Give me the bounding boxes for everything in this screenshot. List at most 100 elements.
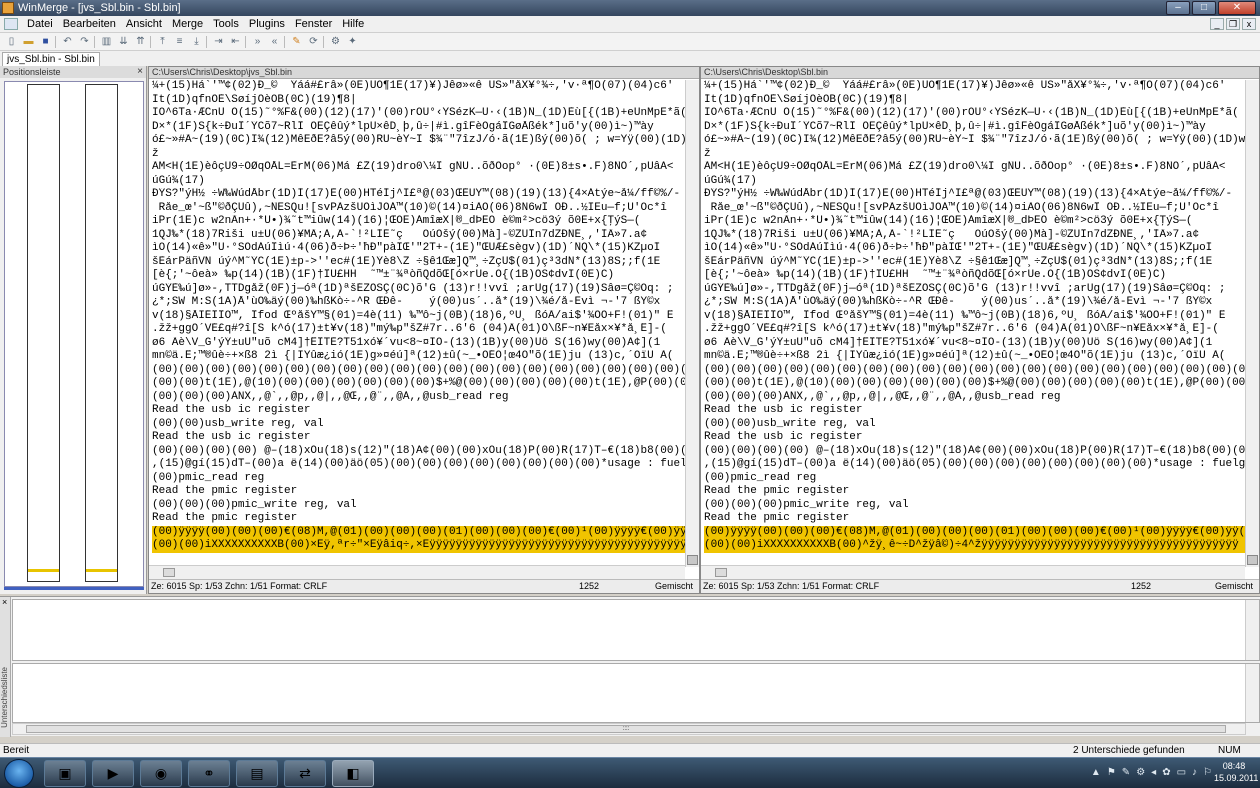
last-diff-icon[interactable]: ⤓ <box>189 35 204 49</box>
taskbar-folder-icon[interactable]: ▤ <box>236 760 278 787</box>
code-line[interactable]: (00)(00)usb_write reg, val <box>152 418 699 432</box>
code-line[interactable]: ìÓ(14)«ê»"Ü·°ŠÕdÁúÎìú·4(06)ð÷Þ÷'ħÐ"pàÎŒ'… <box>704 242 1259 256</box>
code-line[interactable]: ó£~»#Â~(19)(0C)I¾(12)MêEðË?â5ý(00)RU~èŸ~… <box>152 134 699 148</box>
code-line[interactable]: ÐÝS?"ýH½ ÷W‰WúdÅbr(1D)Í(17)È(00)HTéÍj^I£… <box>152 188 699 202</box>
location-bar-right[interactable] <box>85 84 118 582</box>
settings-icon[interactable]: ⚙ <box>328 35 343 49</box>
code-line[interactable]: iPr(1E)c w2nÂn+·*Û•)¾˜t™iûw(14)(16)¦ŒÖE)… <box>704 215 1259 229</box>
open-icon[interactable]: ▬ <box>21 35 36 49</box>
code-line[interactable]: ìÓ(14)«ê»"Ü·°ŠÕdÁúÎìú·4(06)ð÷Þ÷'ħÐ"pàÎŒ'… <box>152 242 699 256</box>
code-line[interactable]: (00)(00)t(1E),@(10)(00)(00)(00)(00)(00)(… <box>704 377 1259 391</box>
code-line[interactable]: Ít(1D)qfnÕÈ\ŠøíjÕèÓB(0C)(19)¶8| <box>152 94 699 108</box>
diff-detail-close-icon[interactable]: × <box>2 597 7 607</box>
diff-line[interactable]: (00)(00)iXXXXXXXXXXB(00)×Ëÿ,ªr÷"×Ëÿâiq÷,… <box>152 539 699 553</box>
code-line[interactable]: šÈárPäñVN úý^M˜ÝC(1E)±p->''ec#(1E)Ýè8\Z … <box>704 256 1259 270</box>
tray-volume-icon[interactable]: ♪ <box>1192 767 1197 778</box>
refresh-icon[interactable]: ⟳ <box>306 35 321 49</box>
mdi-close-button[interactable]: x <box>1242 18 1256 30</box>
menu-fenster[interactable]: Fenster <box>290 18 337 30</box>
tray-arrow-icon[interactable]: ◂ <box>1151 767 1156 778</box>
tray-network-icon[interactable]: ▭ <box>1177 767 1186 778</box>
code-line[interactable]: Ít(1D)qfnÕÈ\ŠøíjÕèÓB(0C)(19)¶8| <box>704 94 1259 108</box>
scrollbar[interactable] <box>1245 664 1259 722</box>
copy-all-left-icon[interactable]: « <box>267 35 282 49</box>
code-line[interactable]: v(18)§ÅIÉÎÎÓ™, Îfod ŒºåšŸ™§(01)=4è(11) ‰… <box>152 310 699 324</box>
tray-app-icon[interactable]: ✿ <box>1162 767 1170 778</box>
code-line[interactable]: ÃM<H(1E)èôçÜ9÷ÕØqÕÅL=ÈrM(06)Má £Ž(19)dro… <box>704 161 1259 175</box>
diff-line[interactable]: (00)(00)iXXXXXXXXXXB(00)^žÿ¸ê~÷D^žÿâ©)÷4… <box>704 539 1259 553</box>
code-line[interactable]: (00)(00)(00)(00) @–(18)xÓu(18)s(12)"(18)… <box>152 445 699 459</box>
code-line[interactable]: mn©ä.Ê;™®ûè÷+×ß8 2ì {|ÏŸûæ¿ió(1E)g»¤éú]ª… <box>152 350 699 364</box>
undo-icon[interactable]: ↶ <box>60 35 75 49</box>
location-bars[interactable] <box>4 81 144 587</box>
code-line[interactable]: Read the usb ic register <box>152 404 699 418</box>
close-button[interactable]: ✕ <box>1218 1 1256 15</box>
next-diff-icon[interactable]: ⇊ <box>116 35 131 49</box>
taskbar-clock[interactable]: 08:48 15.09.2011 <box>1214 760 1258 784</box>
scroll-thumb[interactable] <box>163 568 175 577</box>
diff-line[interactable]: (00)ÿÿÿÿ(00)(00)(00)€(08)M,@(01)(00)(00)… <box>152 525 699 539</box>
start-button[interactable] <box>4 759 34 788</box>
code-line[interactable]: Råe_œ'~ß"©ðÇÛû),~ÑESQu![svPÃzšÛÕìJÓÁ™(10… <box>152 202 699 216</box>
left-file-content[interactable]: ¼+(15)Há`'™¢(02)Ð_© Ýáá#£râ»(0E)UÒ¶1È(17… <box>149 80 699 567</box>
menu-merge[interactable]: Merge <box>167 18 208 30</box>
code-line[interactable]: 1QJ‰*(18)7Riši u±U(06)¥MÂ;À,Ã-`!²LÍÉ˜ç O… <box>704 229 1259 243</box>
diff-detail-horizontal-scrollbar[interactable]: :::: <box>12 723 1246 735</box>
menu-bearbeiten[interactable]: Bearbeiten <box>58 18 121 30</box>
menu-plugins[interactable]: Plugins <box>244 18 290 30</box>
code-line[interactable]: úGú¾(17) <box>704 175 1259 189</box>
left-horizontal-scrollbar[interactable] <box>149 565 685 579</box>
copy-all-right-icon[interactable]: » <box>250 35 265 49</box>
code-line[interactable]: ¿*;ŠW M:Š(1A)Å'ùÖ‰äý(00)‰hßKò÷-^R¯ŒÐê- ý… <box>152 296 699 310</box>
code-line[interactable]: IÖ^6Ta·ÆCnÜ¯O(15)˜°%F&(00)(12)(17)'(00)r… <box>704 107 1259 121</box>
scroll-thumb[interactable] <box>715 568 727 577</box>
right-file-content[interactable]: ¼+(15)Há`'™¢(02)Ð_© Ýáá#£râ»(0E)UÒ¶1È(17… <box>701 80 1259 567</box>
code-line[interactable]: (00)(00)usb_write reg, val <box>704 418 1259 432</box>
code-line[interactable]: Read the pmic register <box>704 485 1259 499</box>
code-line[interactable]: D×*(1F)Š{k÷ÐuÎ´ÝCõ7~RlÎ ÕEÇêûý*lpÙ×êD¸þ,… <box>152 121 699 135</box>
edit-icon[interactable]: ✎ <box>289 35 304 49</box>
scrollbar[interactable] <box>1245 600 1259 660</box>
code-line[interactable]: Read the pmic register <box>152 485 699 499</box>
code-line[interactable]: ¼+(15)Há`'™¢(02)Ð_© Ýáá#£râ»(0E)UÒ¶1È(17… <box>704 80 1259 94</box>
code-line[interactable]: Read the pmic register <box>704 512 1259 526</box>
code-line[interactable]: (00)pmic_read reg <box>704 472 1259 486</box>
code-line[interactable]: ó£~»#Â~(19)(0C)I¾(12)MêEðË?â5ý(00)RU~èŸ~… <box>704 134 1259 148</box>
left-vertical-scrollbar[interactable] <box>685 80 699 567</box>
maximize-button[interactable]: □ <box>1192 1 1216 15</box>
code-line[interactable]: .žž+ggÕ´VÉ£q#?î[Š k^ó(17)±t¥v(18)"mý‰p"š… <box>704 323 1259 337</box>
code-line[interactable]: ž <box>152 148 699 162</box>
code-line[interactable]: (00)(00)(00)(00)(00)(00)(00)(00)(00)(00)… <box>152 364 699 378</box>
code-line[interactable]: Read the usb ic register <box>704 404 1259 418</box>
code-line[interactable]: ¿*;ŠW M:Š(1A)Å'ùÖ‰äý(00)‰hßKò÷-^R¯ŒÐê- ý… <box>704 296 1259 310</box>
tray-action-center-icon[interactable]: ⚐ <box>1203 767 1212 778</box>
menu-tools[interactable]: Tools <box>208 18 244 30</box>
diff-detail-right[interactable] <box>12 663 1260 723</box>
code-line[interactable]: Read the usb ic register <box>704 431 1259 445</box>
taskbar-network-icon[interactable]: ⚭ <box>188 760 230 787</box>
code-line[interactable]: (00)(00)(00)(00)(00)(00)(00)(00)(00)(00)… <box>704 364 1259 378</box>
tray-flag-icon[interactable]: ⚑ <box>1107 767 1116 778</box>
menu-hilfe[interactable]: Hilfe <box>337 18 369 30</box>
tray-expand-icon[interactable]: ▲ <box>1091 767 1101 778</box>
location-bar-left[interactable] <box>27 84 60 582</box>
code-line[interactable]: [è{;'~ôeà» ‰p(14)(1B)(1F)†ÎÙ£HH ˜™±¨¾ªòñ… <box>152 269 699 283</box>
code-line[interactable]: (00)pmic_read reg <box>152 472 699 486</box>
menu-datei[interactable]: Datei <box>22 18 58 30</box>
code-line[interactable]: ÐÝS?"ýH½ ÷W‰WúdÅbr(1D)Í(17)È(00)HTéÍj^I£… <box>704 188 1259 202</box>
help-icon[interactable]: ✦ <box>345 35 360 49</box>
minimize-button[interactable]: – <box>1166 1 1190 15</box>
code-line[interactable]: [è{;'~ôeà» ‰p(14)(1B)(1F)†ÎÙ£HH ˜™±¨¾ªòñ… <box>704 269 1259 283</box>
code-line[interactable]: D×*(1F)Š{k÷ÐuÎ´ÝCõ7~RlÎ ÕEÇêûý*lpÙ×êD¸þ,… <box>704 121 1259 135</box>
taskbar-explorer-icon[interactable]: ▣ <box>44 760 86 787</box>
taskbar-winmerge-icon[interactable]: ◧ <box>332 760 374 787</box>
code-line[interactable]: ,(15)@gí(15)dT–(00)a ë(14)(00)äö(05)(00)… <box>704 458 1259 472</box>
code-line[interactable]: (00)(00)t(1E),@(10)(00)(00)(00)(00)(00)(… <box>152 377 699 391</box>
diff-line[interactable]: (00)ÿÿÿÿ(00)(00)(00)€(08)M,@(01)(00)(00)… <box>704 525 1259 539</box>
code-line[interactable]: (00)(00)(00)ÀNX,,@`,,@p,,@|,,@Œ,,@¨,,@À,… <box>152 391 699 405</box>
taskbar-chrome-icon[interactable]: ◉ <box>140 760 182 787</box>
diff-detail-left[interactable] <box>12 599 1260 661</box>
code-line[interactable]: úGú¾(17) <box>152 175 699 189</box>
code-line[interactable]: (00)(00)(00)pmic_write reg, val <box>704 499 1259 513</box>
code-line[interactable]: IÖ^6Ta·ÆCnÜ¯O(15)˜°%F&(00)(12)(17)'(00)r… <box>152 107 699 121</box>
